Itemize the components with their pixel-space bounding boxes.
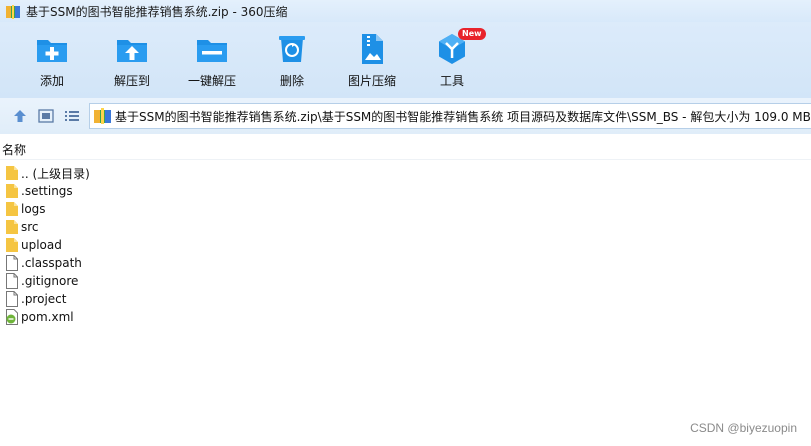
window-title: 基于SSM的图书智能推荐销售系统.zip - 360压缩: [26, 4, 288, 19]
list-item-upload[interactable]: upload: [0, 236, 811, 254]
column-header-name[interactable]: 名称: [2, 141, 26, 158]
title-bar: 基于SSM的图书智能推荐销售系统.zip - 360压缩: [0, 0, 811, 22]
image-zip-icon: [362, 34, 383, 64]
column-header-row: 名称: [0, 140, 811, 160]
folder-icon: [5, 219, 19, 235]
file-icon: [5, 255, 19, 271]
address-row: 基于SSM的图书智能推荐销售系统.zip\基于SSM的图书智能推荐销售系统 项目…: [0, 98, 811, 134]
one-click-extract-button[interactable]: 一键解压: [172, 32, 252, 94]
tools-button[interactable]: New 工具: [412, 28, 492, 94]
address-bar[interactable]: 基于SSM的图书智能推荐销售系统.zip\基于SSM的图书智能推荐销售系统 项目…: [89, 103, 811, 129]
list-item-settings[interactable]: .settings: [0, 182, 811, 200]
list-item-pom-xml[interactable]: pom.xml: [0, 308, 811, 326]
delete-button[interactable]: 删除: [252, 32, 332, 94]
address-path: 基于SSM的图书智能推荐销售系统.zip\基于SSM的图书智能推荐销售系统 项目…: [115, 109, 811, 124]
list-item-src[interactable]: src: [0, 218, 811, 236]
list-item-project[interactable]: .project: [0, 290, 811, 308]
file-icon: [5, 291, 19, 307]
up-arrow-icon[interactable]: [12, 108, 28, 124]
list-item-logs[interactable]: logs: [0, 200, 811, 218]
folder-icon: [5, 201, 19, 217]
extract-to-button[interactable]: 解压到: [92, 32, 172, 94]
toolbar: 添加 解压到 一键解压 删除 图片压缩 New 工具: [0, 22, 811, 98]
new-badge: New: [458, 28, 486, 40]
folder-icon: [5, 237, 19, 253]
add-folder-icon: [37, 40, 67, 62]
archive-app-icon: [6, 4, 20, 19]
folder-icon: [5, 183, 19, 199]
file-icon: [5, 273, 19, 289]
list-item-parent-dir[interactable]: .. (上级目录): [0, 164, 811, 182]
list-item-gitignore[interactable]: .gitignore: [0, 272, 811, 290]
one-click-extract-icon: [197, 40, 227, 62]
image-compress-button[interactable]: 图片压缩: [332, 32, 412, 94]
list-view-icon[interactable]: [64, 108, 80, 124]
folder-icon: [5, 165, 19, 181]
xml-file-icon: [5, 309, 19, 325]
thumbnail-view-icon[interactable]: [38, 108, 54, 124]
extract-folder-icon: [117, 40, 147, 62]
recycle-bin-icon: [279, 36, 305, 62]
list-item-classpath[interactable]: .classpath: [0, 254, 811, 272]
watermark: CSDN @biyezuopin: [690, 421, 797, 435]
file-list: .. (上级目录) .settings logs src upload .cla…: [0, 164, 811, 326]
add-button[interactable]: 添加: [12, 32, 92, 94]
zip-file-icon: [94, 108, 111, 124]
